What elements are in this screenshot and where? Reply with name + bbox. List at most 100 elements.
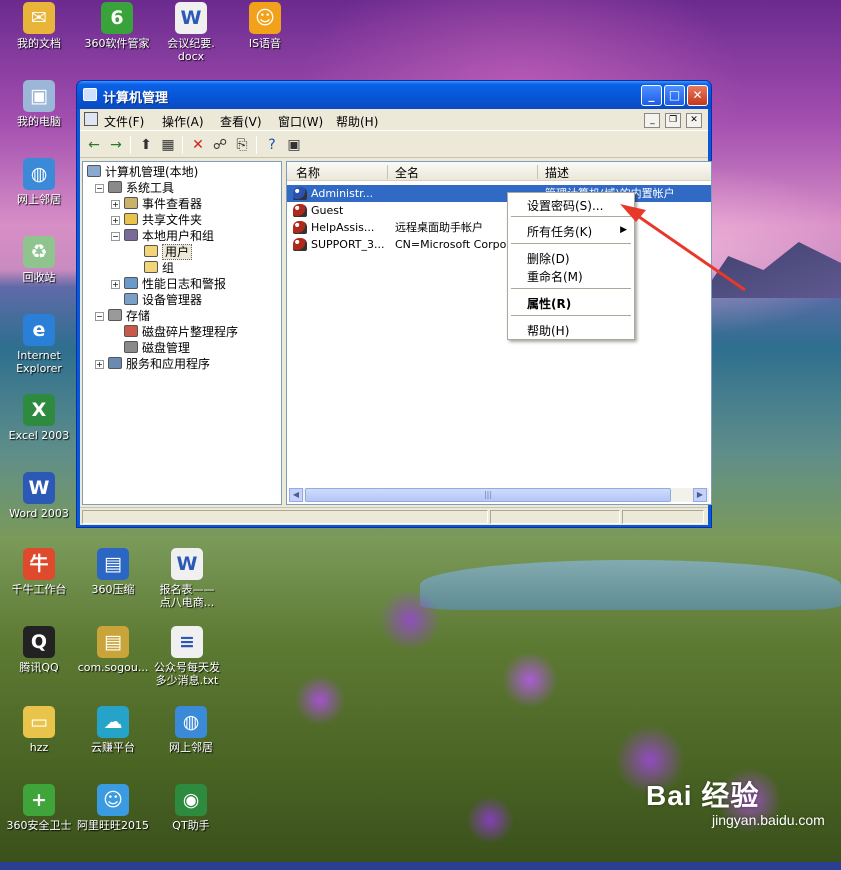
desktop-icon-qq[interactable]: Q 腾讯QQ	[0, 626, 78, 674]
desktop-icon-label-line2: docx	[177, 50, 205, 63]
show-hide-tree-icon[interactable]: ▦	[158, 135, 178, 155]
desktop-icon-is-voice[interactable]: ☺ IS语音	[226, 2, 304, 50]
window-titlebar[interactable]: 计算机管理 _ □ ✕	[77, 81, 711, 109]
menu-item-help[interactable]: 帮助(H)	[527, 322, 569, 339]
qq-icon: Q	[23, 626, 55, 658]
help-icon[interactable]: ?	[262, 135, 282, 155]
expand-icon[interactable]: +	[111, 216, 120, 225]
column-header-name[interactable]: 名称	[296, 164, 320, 181]
collapse-icon[interactable]: −	[95, 312, 104, 321]
submenu-arrow-icon: ▶	[620, 225, 627, 235]
up-level-icon[interactable]: ⬆	[136, 135, 156, 155]
desktop-icon-network-neighborhood[interactable]: ◍ 网上邻居	[152, 706, 230, 754]
maximize-button[interactable]: □	[664, 85, 685, 106]
collapse-icon[interactable]: −	[111, 232, 120, 241]
menu-item-set-password[interactable]: 设置密码(S)...	[527, 197, 603, 214]
tree-node[interactable]: − 本地用户和组	[111, 228, 214, 244]
tree-node[interactable]: 磁盘管理	[111, 340, 190, 356]
console-icon[interactable]: ▣	[284, 135, 304, 155]
expand-icon[interactable]: +	[111, 280, 120, 289]
desktop-icon-my-computer[interactable]: ▣ 我的电脑	[0, 80, 78, 128]
collapse-icon[interactable]: −	[95, 184, 104, 193]
desktop-icon-recycle-bin[interactable]: ♻ 回收站	[0, 236, 78, 284]
tree-node[interactable]: 用户	[131, 244, 193, 260]
mdi-close-button[interactable]: ✕	[686, 113, 702, 128]
table-row[interactable]: Guest或访问域的内	[287, 202, 711, 219]
table-row[interactable]: SUPPORT_3...CN=Microsoft Corpora持服务的提供	[287, 236, 711, 253]
network-neighborhood-icon: ◍	[175, 706, 207, 738]
tree-node-label: 设备管理器	[142, 293, 203, 307]
column-divider[interactable]	[537, 165, 538, 179]
desktop-icon-qt-assistant[interactable]: ◉ QT助手	[152, 784, 230, 832]
desktop-icon-aliwangwang[interactable]: ☺ 阿里旺旺2015	[74, 784, 152, 832]
tree-node[interactable]: 磁盘碎片整理程序	[111, 324, 238, 340]
360-zip-icon: ▤	[97, 548, 129, 580]
menu-item-properties[interactable]: 属性(R)	[527, 295, 571, 312]
menu-separator	[511, 216, 631, 217]
scroll-left-icon[interactable]: ◀	[289, 488, 303, 502]
desktop-icon-word[interactable]: W Word 2003	[0, 472, 78, 520]
desktop-icon-label: Excel 2003	[8, 429, 70, 442]
desktop-icon-360-security[interactable]: +360安全卫士	[0, 784, 78, 832]
column-header-fullname[interactable]: 全名	[395, 164, 419, 181]
status-pane-3	[622, 510, 704, 524]
desktop-icon-qianniu[interactable]: 牛千牛工作台	[0, 548, 78, 596]
expand-icon[interactable]: +	[111, 200, 120, 209]
mdi-restore-button[interactable]: ❐	[665, 113, 682, 128]
menu-item-all-tasks[interactable]: 所有任务(K)	[527, 223, 592, 240]
column-divider[interactable]	[387, 165, 388, 179]
local-users-icon	[124, 229, 138, 241]
desktop-icon-document[interactable]: W 报名表—— 点八电商...	[148, 548, 226, 609]
mdi-minimize-button[interactable]: _	[644, 113, 661, 128]
table-row[interactable]: HelpAssis... 远程桌面助手帐户	[287, 219, 711, 236]
desktop-icon-sogou-archive[interactable]: ▤ com.sogou...	[74, 626, 152, 674]
desktop-icon-my-documents[interactable]: ✉ 我的文档	[0, 2, 78, 50]
desktop-icon-cloud-earn[interactable]: ☁ 云赚平台	[74, 706, 152, 754]
menu-item-delete[interactable]: 删除(D)	[527, 250, 570, 267]
delete-icon[interactable]: ✕	[188, 135, 208, 155]
tree-node[interactable]: 组	[131, 260, 174, 276]
table-row[interactable]: Administr...管理计算机(域)的内置帐户	[287, 185, 711, 202]
menu-action[interactable]: 操作(A)	[162, 113, 204, 130]
desktop-icon-folder[interactable]: ▭ hzz	[0, 706, 78, 754]
menu-help[interactable]: 帮助(H)	[336, 113, 378, 130]
tree-node[interactable]: + 共享文件夹	[111, 212, 202, 228]
expand-icon[interactable]: +	[95, 360, 104, 369]
desktop-icon-text-file[interactable]: ≡ 公众号每天发 多少消息.txt	[148, 626, 226, 687]
mmc-document-icon[interactable]	[84, 112, 98, 126]
tree-node[interactable]: − 系统工具	[95, 180, 174, 196]
horizontal-scrollbar[interactable]: ◀ ||| ▶	[289, 488, 709, 502]
tree-node[interactable]: + 服务和应用程序	[95, 356, 210, 372]
users-folder-icon	[144, 245, 158, 257]
desktop-icon-360-zip[interactable]: ▤ 360压缩	[74, 548, 152, 596]
tree-node[interactable]: + 性能日志和警报	[111, 276, 226, 292]
menu-window[interactable]: 窗口(W)	[278, 113, 323, 130]
minimize-button[interactable]: _	[641, 85, 662, 106]
menu-file[interactable]: 文件(F)	[104, 113, 144, 130]
desktop-icon-internet-explorer[interactable]: e Internet Explorer	[0, 314, 78, 375]
menu-item-rename[interactable]: 重命名(M)	[527, 268, 583, 285]
tree-node[interactable]: − 存储	[95, 308, 150, 324]
desktop-icon-network-places[interactable]: ◍ 网上邻居	[0, 158, 78, 206]
close-button[interactable]: ✕	[687, 85, 708, 106]
export-list-icon[interactable]: ⎘	[232, 135, 252, 155]
tree-node[interactable]: 设备管理器	[111, 292, 202, 308]
my-documents-icon: ✉	[23, 2, 55, 34]
tree-node-label: 用户	[162, 244, 193, 260]
desktop-icon-360-software-manager[interactable]: 6 360软件管家	[78, 2, 156, 50]
desktop-icon-word-document[interactable]: W 会议纪要. docx	[152, 2, 230, 63]
forward-arrow-icon[interactable]: →	[106, 135, 126, 155]
desktop-icon-excel[interactable]: X Excel 2003	[0, 394, 78, 442]
tree-node[interactable]: 计算机管理(本地)	[87, 164, 198, 180]
tree-node-label: 共享文件夹	[142, 213, 203, 227]
column-header-description[interactable]: 描述	[545, 164, 569, 181]
menu-separator	[511, 315, 631, 316]
back-arrow-icon[interactable]: ←	[84, 135, 104, 155]
properties-icon[interactable]: ☍	[210, 135, 230, 155]
scroll-right-icon[interactable]: ▶	[693, 488, 707, 502]
menu-view[interactable]: 查看(V)	[220, 113, 262, 130]
tree-node[interactable]: + 事件查看器	[111, 196, 202, 212]
user-icon	[293, 238, 307, 251]
scrollbar-thumb[interactable]: |||	[305, 488, 671, 502]
menu-separator	[511, 243, 631, 244]
